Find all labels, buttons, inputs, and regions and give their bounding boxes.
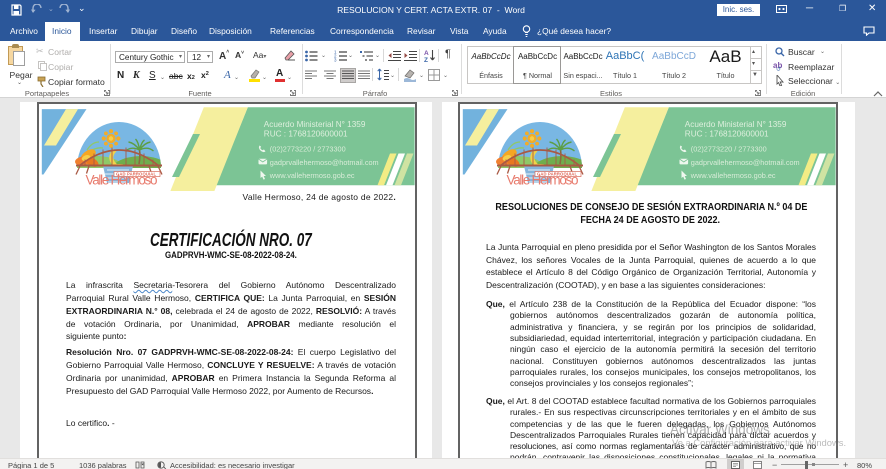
svg-text:Valle Hermoso: Valle Hermoso bbox=[507, 172, 579, 187]
svg-text:(02)2773220 / 2773300: (02)2773220 / 2773300 bbox=[691, 145, 767, 154]
svg-text:www.vallehermoso.gob.ec: www.vallehermoso.gob.ec bbox=[269, 171, 355, 180]
svg-text:Acuerdo Ministerial N° 1359: Acuerdo Ministerial N° 1359 bbox=[685, 120, 787, 129]
svg-text:gadprvallehermoso@hotmail.com: gadprvallehermoso@hotmail.com bbox=[270, 158, 379, 167]
svg-text:3: 3 bbox=[334, 58, 337, 63]
svg-text:gadprvallehermoso@hotmail.com: gadprvallehermoso@hotmail.com bbox=[691, 158, 800, 167]
svg-text:Z: Z bbox=[424, 57, 428, 63]
svg-text:RUC : 1768120600001: RUC : 1768120600001 bbox=[685, 130, 769, 139]
svg-text:RUC : 1768120600001: RUC : 1768120600001 bbox=[264, 130, 348, 139]
svg-text:A: A bbox=[424, 50, 429, 57]
svg-text:(02)2773220 / 2773300: (02)2773220 / 2773300 bbox=[270, 145, 346, 154]
svg-text:Acuerdo Ministerial N° 1359: Acuerdo Ministerial N° 1359 bbox=[264, 120, 366, 129]
svg-text:Valle Hermoso: Valle Hermoso bbox=[86, 172, 158, 187]
svg-text:www.vallehermoso.gob.ec: www.vallehermoso.gob.ec bbox=[690, 171, 776, 180]
